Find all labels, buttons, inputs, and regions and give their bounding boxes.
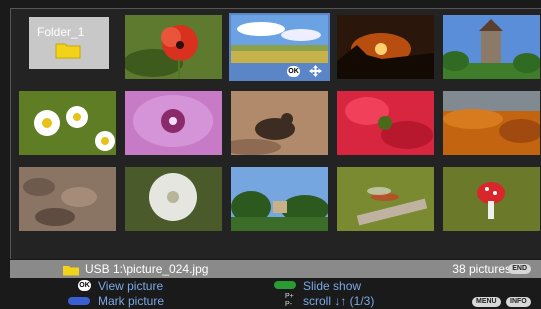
thumbnail-grid: Folder_1 OK (10, 8, 541, 259)
folder-label: Folder_1 (37, 25, 85, 39)
thumbnail-landscape-selected[interactable]: OK (229, 13, 330, 81)
green-key-icon (274, 281, 296, 289)
blue-key-icon (68, 297, 90, 305)
menu-key-icon[interactable]: MENU (472, 297, 501, 307)
thumbnail-sunset[interactable] (337, 15, 434, 79)
folder-tile[interactable]: Folder_1 (29, 17, 109, 69)
slideshow-label[interactable]: Slide show (303, 279, 361, 293)
picture-count: 38 pictures (452, 262, 511, 276)
key-legend: OK View picture Mark picture Slide show … (0, 278, 541, 308)
thumbnail-pink-flower[interactable] (125, 91, 222, 155)
scroll-label[interactable]: scroll ↓↑ (1/3) (303, 294, 374, 308)
p-plus-key: P+ (285, 293, 294, 300)
folder-icon (55, 41, 81, 59)
thumbnail-dandelion[interactable] (125, 167, 222, 231)
mark-picture-label[interactable]: Mark picture (98, 294, 164, 308)
thumbnail-red-flower[interactable] (337, 91, 434, 155)
ok-icon: OK (287, 66, 300, 77)
thumbnail-village[interactable] (231, 167, 328, 231)
picture-browser: Folder_1 OK USB 1:\picture_024.jpg 38 pi… (0, 0, 541, 308)
view-picture-label[interactable]: View picture (98, 279, 163, 293)
thumbnail-castle[interactable] (443, 15, 540, 79)
thumbnail-daisies[interactable] (19, 91, 116, 155)
move-arrows-icon (309, 65, 322, 77)
thumbnail-mushroom[interactable] (443, 167, 540, 231)
thumbnail-autumn-forest[interactable] (443, 91, 540, 155)
end-key-icon[interactable]: END (508, 264, 531, 274)
thumbnail-seal[interactable] (231, 91, 328, 155)
status-bar: USB 1:\picture_024.jpg 38 pictures END (10, 260, 541, 278)
thumbnail-leaves[interactable] (19, 167, 116, 231)
thumbnail-dragonfly[interactable] (337, 167, 434, 231)
info-key-icon[interactable]: INFO (506, 297, 531, 307)
ok-key-icon: OK (78, 280, 91, 291)
file-path: USB 1:\picture_024.jpg (85, 262, 209, 276)
thumbnail-poppy[interactable] (125, 15, 222, 79)
